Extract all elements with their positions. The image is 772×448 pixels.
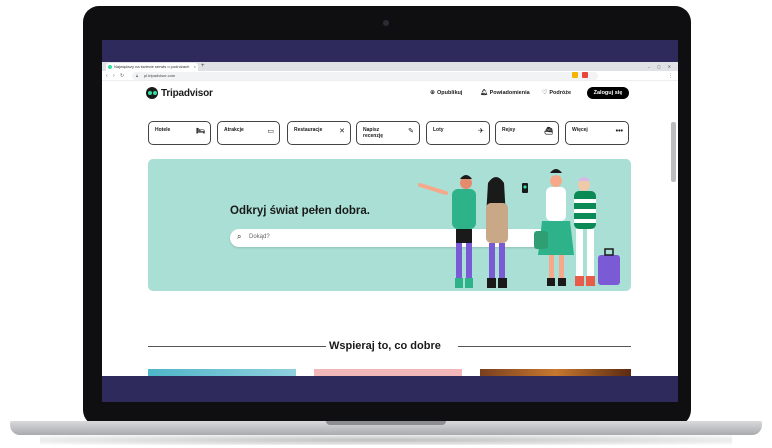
address-bar-row: ‹ › ↻ 🔒︎ pl.tripadvisor.com ⋮ — [102, 71, 678, 81]
category-label: Loty — [433, 127, 444, 133]
category-label: Więcej — [572, 127, 588, 133]
search-placeholder: Dokąd? — [249, 234, 270, 240]
cutlery-icon: ✕ — [339, 128, 345, 135]
trips-link[interactable]: ♡ Podróże — [542, 89, 572, 97]
browser-tab[interactable]: Największy na świecie serwis o podróżach… — [106, 63, 198, 71]
tripadvisor-logo[interactable]: Tripadvisor — [146, 87, 213, 99]
category-more[interactable]: Więcej ••• — [565, 121, 629, 145]
plus-circle-icon: ⊕ — [430, 90, 436, 96]
screen-bottom-band — [102, 376, 678, 402]
category-label: Restauracje — [294, 127, 323, 133]
url-field[interactable]: 🔒︎ pl.tripadvisor.com — [132, 72, 598, 80]
tripadvisor-favicon-icon — [108, 65, 112, 69]
category-restaurants[interactable]: Restauracje ✕ — [287, 121, 351, 145]
extension-icon[interactable] — [572, 72, 578, 78]
lock-icon: 🔒︎ — [136, 73, 139, 78]
category-label: Napisz recenzję — [363, 127, 384, 139]
ship-icon: ⛴ — [544, 128, 553, 135]
feature-card[interactable] — [480, 369, 631, 376]
ticket-icon: ▭ — [267, 128, 274, 135]
hero-banner: Odkryj świat pełen dobra. ⌕ Dokąd? — [148, 159, 631, 291]
owl-logo-icon — [146, 87, 158, 99]
laptop-notch — [326, 421, 446, 425]
bed-icon: 🛏︎ — [196, 128, 205, 135]
laptop-shadow — [40, 435, 732, 445]
travelers-illustration — [418, 169, 620, 288]
site-header: Tripadvisor ⊕ Opublikuj 🔔︎ Powiadomienia… — [102, 82, 678, 104]
close-tab-icon[interactable]: × — [194, 63, 196, 71]
login-button[interactable]: Zaloguj się — [587, 87, 629, 99]
publish-link[interactable]: ⊕ Opublikuj — [430, 89, 463, 97]
hero-title: Odkryj świat pełen dobra. — [230, 205, 370, 217]
reload-icon[interactable]: ↻ — [120, 71, 124, 81]
back-icon[interactable]: ‹ — [106, 71, 108, 81]
forward-icon[interactable]: › — [113, 71, 115, 81]
category-label: Hotele — [155, 127, 171, 133]
logo-text: Tripadvisor — [161, 87, 213, 99]
category-flights[interactable]: Loty ✈ — [426, 121, 490, 145]
category-attractions[interactable]: Atrakcje ▭ — [217, 121, 280, 145]
notifications-link[interactable]: 🔔︎ Powiadomienia — [480, 89, 530, 97]
notifications-label: Powiadomienia — [489, 89, 530, 96]
trips-label: Podróże — [549, 89, 572, 96]
browser-menu-icon[interactable]: ⋮ — [668, 71, 673, 81]
browser-window: Największy na świecie serwis o podróżach… — [102, 62, 678, 376]
screen-top-band — [102, 40, 678, 62]
camera — [383, 20, 389, 26]
search-icon: ⌕ — [237, 232, 242, 241]
url-text: pl.tripadvisor.com — [144, 73, 176, 78]
plane-icon: ✈ — [478, 128, 484, 135]
heart-icon: ♡ — [542, 90, 548, 96]
category-write-review[interactable]: Napisz recenzję ✎ — [356, 121, 420, 145]
publish-label: Opublikuj — [437, 89, 463, 96]
edit-icon: ✎ — [408, 128, 414, 135]
page-scrollbar[interactable] — [671, 122, 676, 182]
tab-bar: Największy na świecie serwis o podróżach… — [102, 62, 678, 71]
tab-title: Największy na świecie serwis o podróżach — [114, 64, 190, 69]
window-controls[interactable]: ‒ ◻ ✕ — [648, 62, 674, 71]
new-tab-button[interactable]: + — [201, 62, 205, 71]
category-hotels[interactable]: Hotele 🛏︎ — [148, 121, 211, 145]
laptop-screen: Największy na świecie serwis o podróżach… — [102, 40, 678, 402]
category-cruises[interactable]: Rejsy ⛴ — [495, 121, 559, 145]
feature-card[interactable] — [148, 369, 296, 376]
section-divider-right — [458, 346, 631, 347]
more-icon: ••• — [615, 128, 623, 135]
feature-card[interactable] — [314, 369, 462, 376]
section-divider-left — [148, 346, 326, 347]
bell-icon: 🔔︎ — [480, 90, 488, 96]
section-title: Wspieraj to, co dobre — [329, 340, 441, 352]
alert-icon[interactable] — [582, 72, 588, 78]
category-label: Atrakcje — [224, 127, 244, 133]
category-label: Rejsy — [502, 127, 516, 133]
